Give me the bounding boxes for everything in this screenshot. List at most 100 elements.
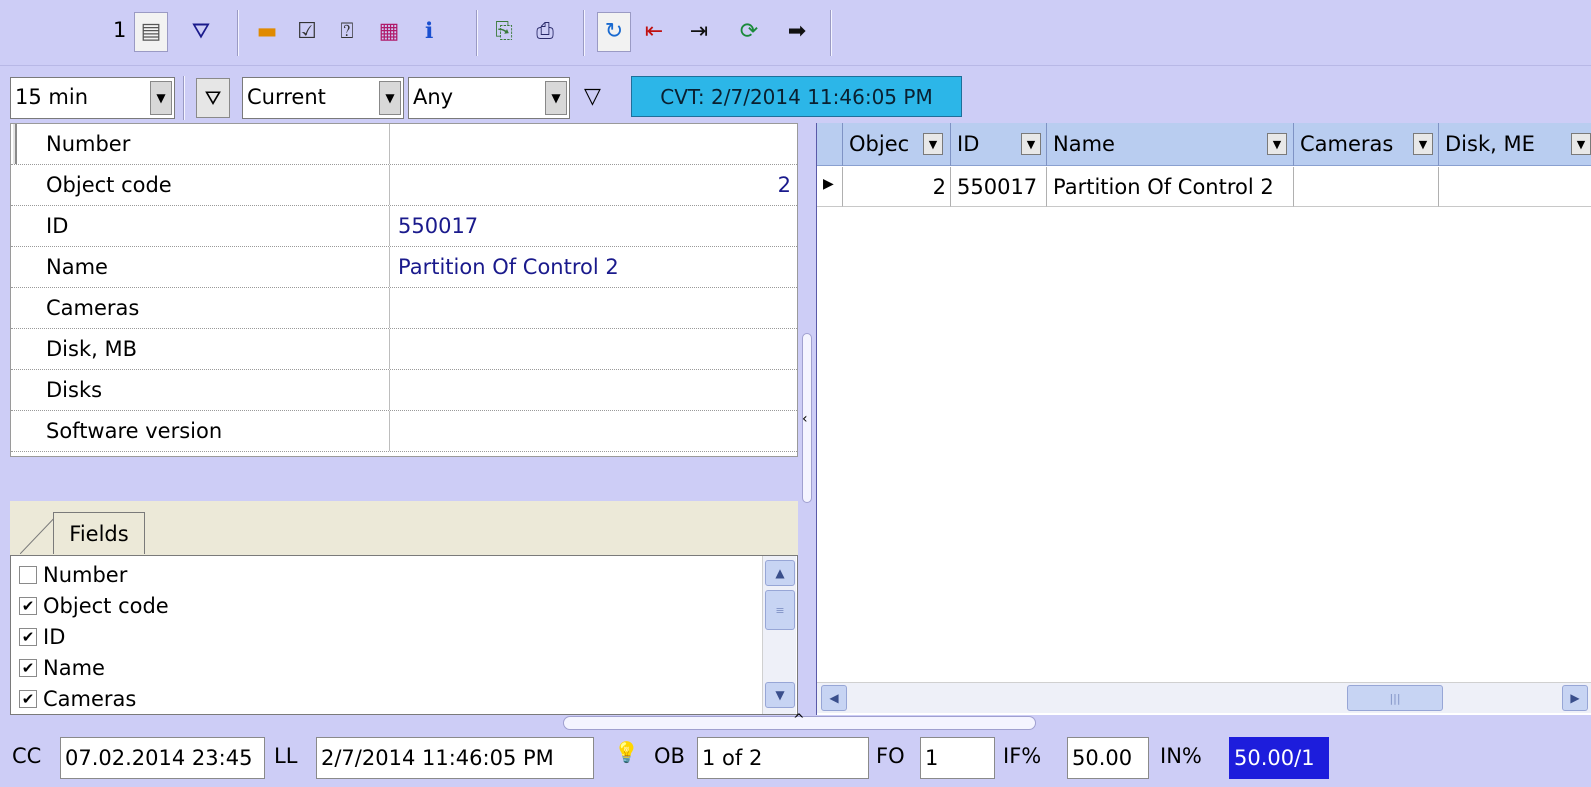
field-checkbox[interactable]: ✔: [19, 690, 37, 708]
field-label: Name: [43, 656, 105, 680]
cvt-timestamp: CVT: 2/7/2014 11:46:05 PM: [631, 76, 962, 117]
property-value: Partition Of Control 2: [398, 255, 619, 279]
property-label: Disk, MB: [46, 337, 137, 361]
grid-horizontal-scrollbar[interactable]: ◀ ||| ▶: [817, 682, 1591, 713]
tb-button-9[interactable]: ↻: [597, 12, 631, 52]
tb-button-12[interactable]: ⟳: [732, 12, 766, 52]
field-checkbox[interactable]: ✔: [19, 628, 37, 646]
tb-button-0[interactable]: ▤: [134, 12, 168, 52]
chevron-down-icon[interactable]: ▼: [923, 133, 943, 155]
tb-button-11[interactable]: ⇥: [682, 12, 716, 52]
property-row[interactable]: Disk, MB: [11, 329, 797, 370]
property-label: Cameras: [46, 296, 140, 320]
tab-fields[interactable]: Fields: [53, 512, 145, 554]
tb-button-2[interactable]: ▬: [250, 12, 284, 52]
property-value-cell[interactable]: Partition Of Control 2: [389, 247, 797, 287]
property-value-cell[interactable]: [389, 124, 797, 164]
tb-button-10[interactable]: ⇤: [637, 12, 671, 52]
collapse-left-icon[interactable]: ‹: [802, 411, 808, 427]
chevron-down-icon[interactable]: ▼: [150, 81, 172, 115]
field-checkbox[interactable]: ✔: [19, 659, 37, 677]
column-header-cameras[interactable]: Cameras ▼: [1294, 123, 1439, 166]
cell-value: Partition Of Control 2: [1053, 175, 1274, 199]
scroll-down-icon[interactable]: ▼: [765, 682, 795, 708]
chevron-down-icon[interactable]: ▼: [1571, 133, 1591, 155]
property-row[interactable]: Number: [11, 124, 797, 165]
tb-button-3[interactable]: ☑: [290, 12, 324, 52]
field-item[interactable]: ✔ Object code: [19, 591, 169, 621]
property-value-cell[interactable]: [389, 329, 797, 369]
property-label: Disks: [46, 378, 103, 402]
fields-scrollbar[interactable]: ▲ ≡ ▼: [762, 556, 796, 714]
tb-button-4[interactable]: ⍰: [330, 12, 364, 52]
scope-select[interactable]: Any ▼: [408, 77, 570, 119]
vertical-splitter[interactable]: ‹: [798, 123, 816, 715]
property-value-cell[interactable]: 2: [389, 165, 797, 205]
scroll-thumb[interactable]: |||: [1347, 685, 1443, 711]
property-row[interactable]: Software version: [11, 411, 797, 452]
tb-button-8[interactable]: ⎙: [528, 12, 562, 52]
funnel-filter-icon[interactable]: ▽: [584, 84, 601, 109]
expand-up-icon[interactable]: ^: [793, 712, 805, 728]
property-value-cell[interactable]: 550017: [389, 206, 797, 246]
field-checkbox[interactable]: [19, 566, 37, 584]
cell-id[interactable]: 550017: [951, 167, 1047, 207]
tb-button-7[interactable]: ⎘: [487, 12, 521, 52]
cc-label: CC: [12, 744, 42, 768]
toolbar-divider: [476, 10, 478, 56]
scroll-right-icon[interactable]: ▶: [1562, 685, 1588, 711]
field-label: ID: [43, 625, 66, 649]
help-card-icon: ⍰: [340, 19, 354, 44]
property-value-cell[interactable]: [389, 411, 797, 451]
tb-button-5[interactable]: ▦: [372, 12, 406, 52]
cell-value: 2: [932, 175, 946, 199]
column-header-objec[interactable]: Objec ▼: [843, 123, 951, 166]
field-item[interactable]: ✔ Cameras: [19, 684, 136, 714]
if-value: 50.00: [1072, 746, 1133, 770]
ll-label: LL: [274, 744, 298, 768]
tb-button-13[interactable]: ➡: [780, 12, 814, 52]
cell-cameras[interactable]: [1294, 167, 1439, 207]
cell-objec[interactable]: 2: [843, 167, 951, 207]
field-checkbox[interactable]: ✔: [19, 597, 37, 615]
property-value-cell[interactable]: [389, 370, 797, 410]
field-item[interactable]: Number: [19, 560, 127, 590]
property-value-cell[interactable]: [389, 288, 797, 328]
cell-disk[interactable]: [1439, 167, 1591, 207]
refresh-icon: ↻: [604, 19, 624, 44]
interval-select[interactable]: 15 min ▼: [10, 77, 175, 119]
property-row[interactable]: Object code 2: [11, 165, 797, 206]
chevron-down-icon[interactable]: ▼: [1413, 133, 1433, 155]
tb-button-1[interactable]: ⛛: [184, 12, 218, 52]
chevron-down-icon[interactable]: ▼: [545, 81, 567, 115]
property-row[interactable]: Disks: [11, 370, 797, 411]
fo-field: 1: [920, 737, 995, 779]
chevron-down-icon[interactable]: ▼: [379, 81, 401, 115]
column-title: Objec: [849, 132, 910, 156]
properties-footer: [10, 457, 798, 501]
row-selector: [11, 124, 17, 164]
scroll-up-icon[interactable]: ▲: [765, 560, 795, 586]
scroll-left-icon[interactable]: ◀: [821, 685, 847, 711]
tb-button-6[interactable]: ℹ: [412, 12, 446, 52]
lightbulb-icon: 💡: [614, 740, 639, 764]
property-value: 2: [777, 173, 791, 197]
field-item[interactable]: ✔ Name: [19, 653, 105, 683]
property-row[interactable]: Name Partition Of Control 2: [11, 247, 797, 288]
property-row[interactable]: ID 550017: [11, 206, 797, 247]
period-select[interactable]: Current ▼: [242, 77, 404, 119]
column-header-name[interactable]: Name ▼: [1047, 123, 1294, 166]
data-grid: Objec ▼ ID ▼ Name ▼ Cameras ▼ Disk, ME ▼…: [816, 123, 1591, 715]
table-row[interactable]: ▶ 2 550017 Partition Of Control 2: [817, 167, 1591, 207]
sync-icon: ⟳: [739, 19, 759, 44]
column-header-id[interactable]: ID ▼: [951, 123, 1047, 166]
field-item[interactable]: ✔ ID: [19, 622, 65, 652]
in-label: IN%: [1160, 744, 1202, 768]
scroll-thumb[interactable]: ≡: [765, 590, 795, 630]
column-header-disk[interactable]: Disk, ME ▼: [1439, 123, 1591, 166]
chevron-down-icon[interactable]: ▼: [1021, 133, 1041, 155]
chevron-down-icon[interactable]: ▼: [1267, 133, 1287, 155]
cell-name[interactable]: Partition Of Control 2: [1047, 167, 1294, 207]
property-row[interactable]: Cameras: [11, 288, 797, 329]
filter-settings-button[interactable]: ⛛: [196, 78, 230, 118]
